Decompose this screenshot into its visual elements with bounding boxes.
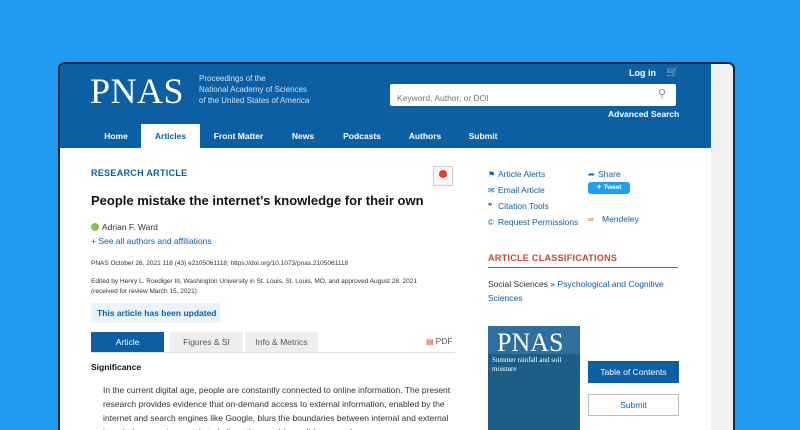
request-permissions-label: Request Permissions bbox=[498, 217, 579, 227]
share-link[interactable]: ➦ Share bbox=[588, 169, 621, 179]
advanced-search-link[interactable]: Advanced Search bbox=[608, 109, 679, 119]
orcid-icon[interactable] bbox=[91, 223, 99, 231]
mendeley-link[interactable]: ∞ Mendeley bbox=[588, 214, 639, 224]
tweet-label: Tweet bbox=[603, 184, 622, 191]
bird-icon: ✦ bbox=[596, 184, 602, 191]
edited-by-info: Edited by Henry L. Roediger III, Washing… bbox=[91, 277, 451, 297]
browser-window: PNAS Proceedings of the National Academy… bbox=[58, 62, 735, 430]
mendeley-label: Mendeley bbox=[602, 214, 639, 224]
tab-figures[interactable]: Figures & SI bbox=[170, 332, 243, 352]
classifications-text: Social Sciences » Psychological and Cogn… bbox=[488, 277, 678, 305]
tweet-button[interactable]: ✦ Tweet bbox=[588, 182, 630, 194]
tab-info-metrics[interactable]: Info & Metrics bbox=[245, 332, 318, 352]
logo-subtitle-line: of the United States of America bbox=[199, 96, 310, 105]
significance-text: In the current digital age, people are c… bbox=[103, 385, 451, 430]
classifications-divider bbox=[488, 267, 678, 268]
nav-authors[interactable]: Authors bbox=[395, 124, 455, 148]
see-all-authors-link[interactable]: + See all authors and affiliations bbox=[91, 236, 212, 246]
journal-cover[interactable]: PNAS Summer rainfall and soil moisture bbox=[488, 326, 580, 430]
check-for-updates-badge[interactable] bbox=[433, 166, 453, 186]
email-article-link[interactable]: ✉ Email Article bbox=[488, 185, 545, 195]
quote-icon: ❞ bbox=[488, 202, 493, 211]
pdf-icon: ▤ bbox=[426, 337, 434, 346]
pdf-link[interactable]: ▤ PDF bbox=[426, 336, 453, 346]
envelope-icon: ✉ bbox=[488, 186, 495, 195]
copyright-icon: © bbox=[488, 218, 494, 227]
main-nav: Home Articles Front Matter News Podcasts… bbox=[60, 124, 711, 148]
significance-heading: Significance bbox=[91, 362, 142, 372]
author-name[interactable]: Adrian F. Ward bbox=[102, 222, 158, 232]
submit-button[interactable]: Submit bbox=[588, 394, 679, 416]
article-alerts-link[interactable]: ⚑ Article Alerts bbox=[488, 169, 545, 179]
pdf-label: PDF bbox=[435, 336, 453, 346]
cart-icon[interactable]: 🛒 bbox=[666, 67, 678, 78]
publication-info: PNAS October 26, 2021 118 (43) e21050611… bbox=[91, 260, 349, 267]
article-type-label: RESEARCH ARTICLE bbox=[91, 168, 188, 178]
cover-headline: Summer rainfall and soil moisture bbox=[492, 356, 562, 373]
pnas-logo[interactable]: PNAS bbox=[90, 70, 184, 112]
tab-divider bbox=[91, 352, 455, 353]
scrollbar[interactable] bbox=[711, 64, 733, 430]
search-icon[interactable]: ⚲ bbox=[658, 87, 666, 100]
nav-podcasts[interactable]: Podcasts bbox=[329, 124, 395, 148]
masthead: PNAS Proceedings of the National Academy… bbox=[60, 64, 711, 124]
badge-icon bbox=[439, 170, 447, 178]
nav-home[interactable]: Home bbox=[91, 124, 141, 148]
updated-notice[interactable]: This article has been updated bbox=[91, 303, 220, 323]
nav-submit[interactable]: Submit bbox=[455, 124, 511, 148]
received-line: (received for review March 15, 2021) bbox=[91, 288, 197, 295]
classifications-heading: ARTICLE CLASSIFICATIONS bbox=[488, 253, 618, 263]
request-permissions-link[interactable]: © Request Permissions bbox=[488, 217, 578, 227]
table-of-contents-button[interactable]: Table of Contents bbox=[588, 361, 679, 383]
article-alerts-label: Article Alerts bbox=[498, 169, 546, 179]
share-icon: ➦ bbox=[588, 170, 595, 179]
tab-article[interactable]: Article bbox=[91, 332, 164, 352]
logo-subtitle-line: National Academy of Sciences bbox=[199, 85, 308, 94]
citation-tools-link[interactable]: ❞ Citation Tools bbox=[488, 201, 549, 211]
megaphone-icon: ⚑ bbox=[488, 170, 496, 179]
login-link[interactable]: Log in bbox=[629, 68, 656, 78]
edited-by-line: Edited by Henry L. Roediger III, Washing… bbox=[91, 278, 418, 285]
logo-subtitle-line: Proceedings of the bbox=[199, 74, 266, 83]
nav-front-matter[interactable]: Front Matter bbox=[200, 124, 277, 148]
search-input[interactable] bbox=[390, 84, 676, 106]
nav-articles[interactable]: Articles bbox=[141, 124, 200, 148]
article-title: People mistake the internet’s knowledge … bbox=[91, 193, 424, 208]
share-label: Share bbox=[598, 169, 621, 179]
mendeley-icon: ∞ bbox=[588, 215, 594, 224]
logo-subtitle: Proceedings of the National Academy of S… bbox=[199, 73, 339, 106]
nav-news[interactable]: News bbox=[277, 124, 329, 148]
citation-tools-label: Citation Tools bbox=[498, 201, 549, 211]
email-article-label: Email Article bbox=[498, 185, 545, 195]
classification-prefix: Social Sciences » bbox=[488, 279, 558, 289]
